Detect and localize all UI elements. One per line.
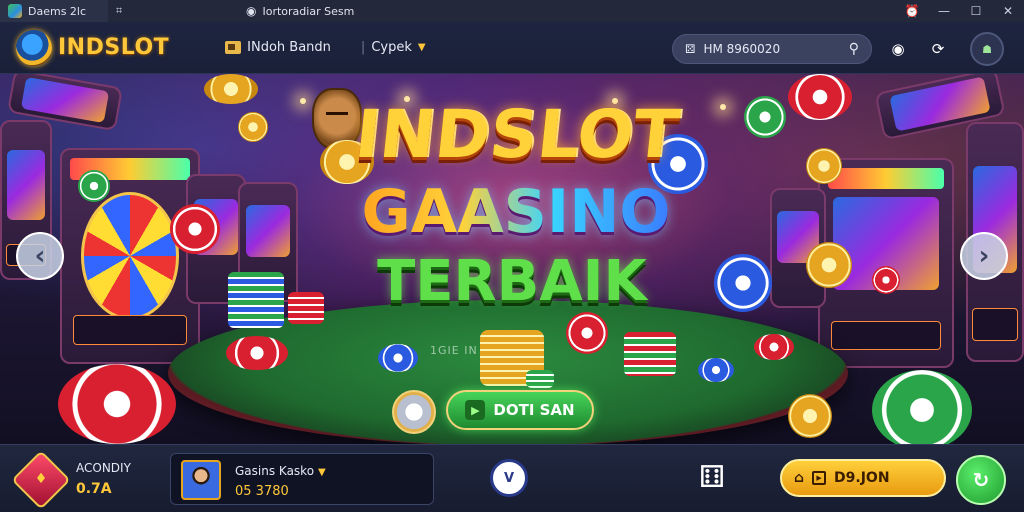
dice-icon[interactable]: ⚅ — [692, 457, 732, 497]
app-window: Daems 2lc ⌗ ◉ Iortoradiar Sesm ⏰ — ☐ ✕ I… — [0, 0, 1024, 512]
nav-item-crypto-label: Cypek — [371, 40, 412, 55]
chevron-down-icon: ▼ — [318, 467, 326, 478]
minimize-icon[interactable]: — — [928, 0, 960, 22]
casino-chip — [714, 254, 772, 312]
slot-machine-topper — [827, 168, 945, 189]
chip-stack — [526, 370, 554, 388]
slot-machine-panel — [72, 315, 188, 346]
chip-stack — [288, 292, 324, 324]
window-tab-grid[interactable]: ⌗ — [108, 0, 238, 22]
play-icon: ▶ — [465, 400, 486, 420]
casino-chip — [806, 242, 852, 288]
balance-value: 0.7A — [76, 481, 112, 497]
news-icon — [225, 41, 242, 54]
player-name-text: Gasins Kasko — [235, 464, 315, 478]
player-avatar — [181, 460, 221, 500]
target-icon[interactable]: ◉ — [884, 35, 912, 63]
hero-title-line-3: TERBAIK — [377, 249, 647, 314]
casino-chip — [698, 358, 734, 382]
dice-icon: ⚄ — [685, 42, 696, 56]
roulette-wheel — [81, 192, 179, 320]
vip-icon[interactable]: V — [490, 459, 528, 497]
app-icon — [8, 4, 22, 18]
casino-chip — [238, 112, 268, 142]
stage-light — [300, 98, 306, 104]
title-bar: Daems 2lc ⌗ ◉ Iortoradiar Sesm ⏰ — ☐ ✕ — [0, 0, 1024, 22]
alarm-icon[interactable]: ⏰ — [896, 0, 928, 22]
slot-machine-panel — [972, 308, 1018, 342]
sync-icon[interactable]: ⟳ — [924, 35, 952, 63]
casino-chip — [744, 96, 786, 138]
grid-icon: ⌗ — [116, 4, 123, 17]
casino-chip — [378, 344, 418, 372]
hero-title-line-1: INDSLOT — [351, 96, 683, 173]
search-value: HM 8960020 — [703, 42, 781, 56]
stage-light — [720, 104, 726, 110]
player-card[interactable]: Gasins Kasko ▼ 05 3780 — [170, 453, 434, 505]
slot-machine-screen — [20, 76, 110, 124]
slot-machine-screen — [245, 204, 291, 258]
casino-chip — [788, 394, 832, 438]
card-icon: ▶ — [812, 471, 827, 485]
deposit-label: D9.JON — [834, 470, 890, 486]
casino-chip — [226, 336, 288, 370]
maximize-icon[interactable]: ☐ — [960, 0, 992, 22]
window-tab-title-secondary: Iortoradiar Sesm — [262, 4, 355, 18]
nav-item-news-label: INdoh Bandn — [247, 40, 331, 55]
table-felt-text: 1GIE IN — [430, 344, 478, 357]
hero-title-line-2: GAASINO — [336, 182, 696, 242]
casino-chip — [170, 204, 220, 254]
slot-machine-screen — [6, 150, 46, 221]
chevron-left-icon[interactable]: ‹ — [16, 232, 64, 280]
avatar[interactable]: ☗ — [970, 32, 1004, 66]
bottom-bar: ♦ ACONDIY 0.7A Gasins Kasko ▼ 05 3780 V ⚅… — [0, 444, 1024, 512]
site-header: INDSLOT INdoh Bandn | Cypek ▼ ⚄ HM 89600… — [0, 22, 1024, 74]
nav-item-news[interactable]: INdoh Bandn — [225, 40, 331, 55]
casino-chip — [754, 334, 794, 360]
close-icon[interactable]: ✕ — [992, 0, 1024, 22]
casino-chip — [566, 312, 608, 354]
vip-label: V — [503, 470, 515, 486]
casino-chip — [78, 170, 110, 202]
site-logo[interactable]: INDSLOT — [16, 29, 170, 66]
casino-chip — [872, 370, 972, 444]
chip-stack — [228, 272, 284, 328]
hero-banner: 1GIE IN INDSLOT GAASINO TERBAIK ‹ › ▶ DO… — [0, 74, 1024, 444]
share-icon[interactable]: ↻ — [956, 455, 1006, 505]
home-icon: ⌂ — [794, 470, 805, 486]
gamepad-icon: ◉ — [246, 4, 257, 18]
nav-separator: | — [360, 40, 366, 55]
slot-machine-panel — [830, 320, 942, 350]
deposit-button[interactable]: ⌂ ▶ D9.JON — [780, 459, 946, 497]
coin-icon — [392, 390, 436, 434]
window-tab-title: Daems 2lc — [28, 4, 87, 18]
play-now-label: DOTI SAN — [493, 401, 575, 419]
casino-chip — [788, 74, 852, 120]
balance-label: ACONDIY — [76, 461, 131, 475]
flame-icon: ♦ — [34, 471, 48, 487]
logo-text: INDSLOT — [58, 35, 170, 60]
player-value: 05 3780 — [235, 484, 289, 499]
player-name: Gasins Kasko ▼ — [235, 464, 326, 478]
nav-item-crypto[interactable]: | Cypek ▼ — [361, 40, 426, 55]
casino-chip — [58, 364, 176, 444]
chevron-right-icon[interactable]: › — [960, 232, 1008, 280]
window-tab-main[interactable]: Daems 2lc — [0, 0, 108, 22]
casino-chip — [204, 74, 258, 104]
chip-stack — [624, 332, 676, 376]
play-now-button[interactable]: ▶ DOTI SAN — [446, 390, 594, 430]
search-icon[interactable]: ⚲ — [849, 41, 859, 57]
chevron-down-icon: ▼ — [417, 42, 426, 53]
logo-globe-icon — [16, 29, 52, 66]
casino-chip — [872, 266, 900, 294]
window-tab-secondary[interactable]: ◉ Iortoradiar Sesm — [238, 0, 438, 22]
casino-chip — [806, 148, 842, 184]
search-input[interactable]: ⚄ HM 8960020 ⚲ — [672, 34, 872, 64]
